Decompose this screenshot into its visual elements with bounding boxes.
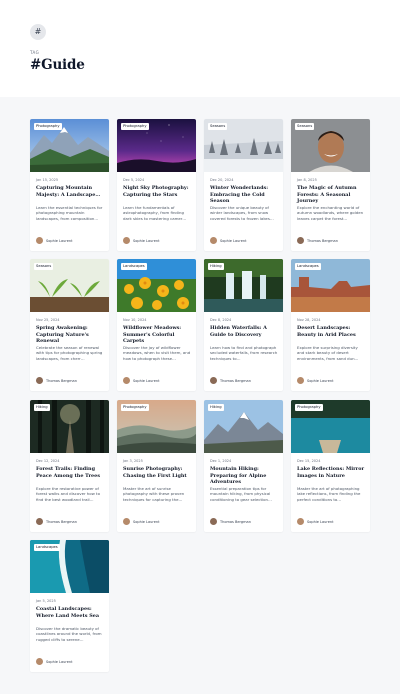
post-title[interactable]: Hidden Waterfalls: A Guide to Discovery xyxy=(210,325,279,338)
post-date: Jan 15, 2025 xyxy=(36,178,59,182)
post-date: Nov 25, 2024 xyxy=(36,318,60,322)
avatar xyxy=(36,237,43,244)
avatar xyxy=(36,518,43,525)
category-badge[interactable]: Seasons xyxy=(295,123,315,130)
post-title[interactable]: Capturing Mountain Majesty: A Landscape… xyxy=(36,185,105,198)
post-excerpt: Essential preparation tips for mountain … xyxy=(210,486,272,502)
post-grid: Photography Jan 15, 2025 Capturing Mountai… xyxy=(0,0,400,694)
category-badge[interactable]: Hiking xyxy=(208,404,224,411)
post-excerpt: Explore the restorative power of forest … xyxy=(36,486,100,502)
post-date: Dec 12, 2024 xyxy=(36,459,60,463)
post-title[interactable]: Spring Awakening: Capturing Nature's Ren… xyxy=(36,325,105,345)
author-name: Thomas Bergman xyxy=(46,378,77,383)
post-excerpt: Explore the enchanting world of autumn w… xyxy=(297,205,364,221)
category-badge[interactable]: Landscapes xyxy=(34,544,60,551)
avatar xyxy=(297,237,304,244)
post-title[interactable]: Winter Wonderlands: Embracing the Cold S… xyxy=(210,185,279,205)
category-badge[interactable]: Landscapes xyxy=(121,263,147,270)
avatar xyxy=(210,237,217,244)
author-name: Sophie Laurent xyxy=(220,238,247,243)
post-title[interactable]: Lake Reflections: Mirror Images in Natur… xyxy=(297,466,366,479)
avatar xyxy=(36,658,43,665)
author-name: Sophie Laurent xyxy=(133,378,160,383)
post-date: Nov 28, 2024 xyxy=(297,318,321,322)
post-card[interactable]: Landscapes Jan 5, 2025 Coastal Landscapes:… xyxy=(30,540,109,672)
category-badge[interactable]: Hiking xyxy=(34,404,50,411)
post-title[interactable]: Coastal Landscapes: Where Land Meets Sea xyxy=(36,606,105,619)
author-name: Sophie Laurent xyxy=(46,238,73,243)
post-date: Dec 15, 2024 xyxy=(297,459,321,463)
author-name: Thomas Bergman xyxy=(46,519,77,524)
post-title[interactable]: Desert Landscapes: Beauty in Arid Places xyxy=(297,325,366,338)
post-date: Dec 5, 2024 xyxy=(123,178,145,182)
post-card[interactable]: Landscapes Nov 10, 2024 Wildflower Meadows… xyxy=(117,259,196,391)
author-name: Sophie Laurent xyxy=(46,659,73,664)
post-date: Dec 20, 2024 xyxy=(210,178,234,182)
author-name: Thomas Bergman xyxy=(307,238,338,243)
avatar xyxy=(297,518,304,525)
category-badge[interactable]: Photography xyxy=(295,404,323,411)
post-card[interactable]: Hiking Dec 1, 2024 Mountain Hiking: Prepar… xyxy=(204,400,283,532)
avatar xyxy=(36,377,43,384)
post-excerpt: Discover the joy of wildflower meadows, … xyxy=(123,345,191,361)
category-badge[interactable]: Photography xyxy=(121,123,149,130)
post-card[interactable]: Seasons Nov 25, 2024 Spring Awakening: Cap… xyxy=(30,259,109,391)
post-title[interactable]: Night Sky Photography: Capturing the Sta… xyxy=(123,185,192,198)
post-card[interactable]: Hiking Dec 12, 2024 Forest Trails: Finding… xyxy=(30,400,109,532)
post-date: Dec 8, 2024 xyxy=(210,318,232,322)
post-date: Nov 10, 2024 xyxy=(123,318,147,322)
post-title[interactable]: Mountain Hiking: Preparing for Alpine Ad… xyxy=(210,466,279,486)
category-badge[interactable]: Photography xyxy=(121,404,149,411)
post-card[interactable]: Hiking Dec 8, 2024 Hidden Waterfalls: A Gu… xyxy=(204,259,283,391)
category-badge[interactable]: Landscapes xyxy=(295,263,321,270)
post-excerpt: Master the art of sunrise photography wi… xyxy=(123,486,185,502)
post-title[interactable]: The Magic of Autumn Forests: A Seasonal … xyxy=(297,185,366,205)
author-name: Thomas Bergman xyxy=(220,378,251,383)
post-card[interactable]: Photography Dec 15, 2024 Lake Reflections:… xyxy=(291,400,370,532)
post-excerpt: Discover the dramatic beauty of coastlin… xyxy=(36,626,102,642)
post-card[interactable]: Seasons Dec 20, 2024 Winter Wonderlands: E… xyxy=(204,119,283,251)
avatar xyxy=(210,377,217,384)
post-title[interactable]: Wildflower Meadows: Summer's Colorful Ca… xyxy=(123,325,192,345)
author-name: Sophie Laurent xyxy=(133,238,160,243)
post-date: Jan 3, 2025 xyxy=(123,459,143,463)
post-date: Jan 5, 2025 xyxy=(36,599,56,603)
avatar xyxy=(297,377,304,384)
avatar xyxy=(123,518,130,525)
post-card[interactable]: Photography Jan 15, 2025 Capturing Mountai… xyxy=(30,119,109,251)
post-title[interactable]: Forest Trails: Finding Peace Among the T… xyxy=(36,466,105,479)
category-badge[interactable]: Hiking xyxy=(208,263,224,270)
post-card[interactable]: Seasons Jan 8, 2025 The Magic of Autumn Fo… xyxy=(291,119,370,251)
post-excerpt: Learn the fundamentals of astrophotograp… xyxy=(123,205,187,221)
category-badge[interactable]: Seasons xyxy=(208,123,228,130)
post-excerpt: Learn the essential techniques for photo… xyxy=(36,205,103,221)
post-date: Jan 8, 2025 xyxy=(297,178,317,182)
post-card[interactable]: Photography Dec 5, 2024 Night Sky Photogra… xyxy=(117,119,196,251)
post-card[interactable]: Landscapes Nov 28, 2024 Desert Landscapes:… xyxy=(291,259,370,391)
avatar xyxy=(210,518,217,525)
category-badge[interactable]: Seasons xyxy=(34,263,54,270)
author-name: Sophie Laurent xyxy=(133,519,160,524)
author-name: Sophie Laurent xyxy=(307,519,334,524)
post-excerpt: Master the art of photographing lake ref… xyxy=(297,486,361,502)
post-title[interactable]: Sunrise Photography: Chasing the First L… xyxy=(123,466,192,479)
avatar xyxy=(123,237,130,244)
post-excerpt: Celebrate the season of renewal with tip… xyxy=(36,345,103,361)
author-name: Sophie Laurent xyxy=(307,378,334,383)
author-name: Thomas Bergman xyxy=(220,519,251,524)
post-date: Dec 1, 2024 xyxy=(210,459,232,463)
post-excerpt: Discover the unique beauty of winter lan… xyxy=(210,205,274,221)
post-card[interactable]: Photography Jan 3, 2025 Sunrise Photograph… xyxy=(117,400,196,532)
post-excerpt: Explore the surprising diversity and sta… xyxy=(297,345,359,361)
post-excerpt: Learn how to find and photograph seclude… xyxy=(210,345,278,361)
category-badge[interactable]: Photography xyxy=(34,123,62,130)
avatar xyxy=(123,377,130,384)
